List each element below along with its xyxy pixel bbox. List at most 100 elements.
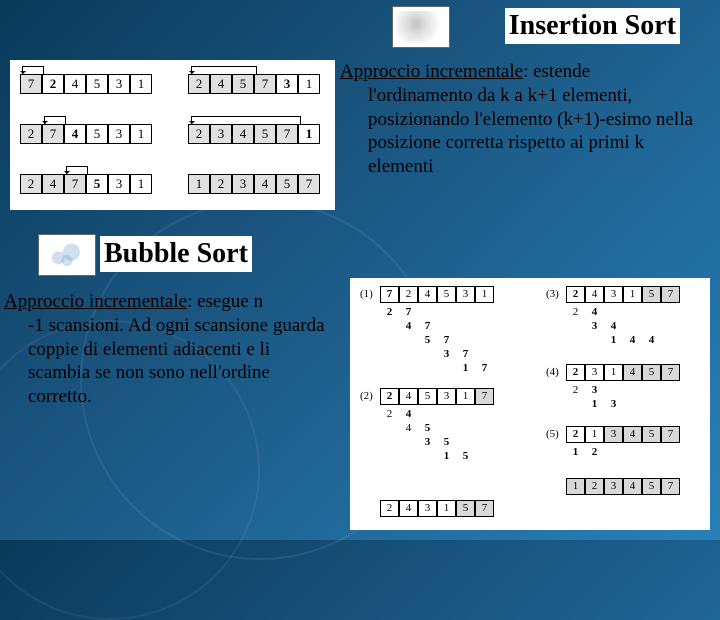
cell: 4 <box>232 124 254 144</box>
bcell: 2 <box>585 478 604 495</box>
p: 3 <box>585 320 604 332</box>
p: 7 <box>418 320 437 332</box>
cell: 4 <box>42 174 64 194</box>
bcell: 4 <box>585 286 604 303</box>
p: 3 <box>585 384 604 396</box>
cell: 5 <box>86 174 108 194</box>
bubble-rest-1: : esegue n <box>187 291 263 312</box>
cell: 7 <box>64 174 86 194</box>
p: 2 <box>380 306 399 318</box>
bcell: 3 <box>585 364 604 381</box>
bcell: 4 <box>399 388 418 405</box>
bcell: 1 <box>566 478 585 495</box>
insertion-diagram: 7 2 4 5 3 1 2 4 5 7 3 1 2 7 4 5 3 1 2 3 … <box>10 60 335 210</box>
bcell: 1 <box>456 388 475 405</box>
bcell: 4 <box>623 364 642 381</box>
bcell: 1 <box>475 286 494 303</box>
insertion-lead: Approccio incrementale <box>340 61 523 82</box>
p: 1 <box>566 446 585 458</box>
p: 1 <box>437 450 456 462</box>
cell: 2 <box>20 124 42 144</box>
bcell: 7 <box>475 388 494 405</box>
p: 7 <box>437 334 456 346</box>
bcell: 1 <box>604 364 623 381</box>
cell: 1 <box>130 174 152 194</box>
cell: 4 <box>64 74 86 94</box>
cell: 3 <box>276 74 298 94</box>
cell: 5 <box>86 74 108 94</box>
cell: 5 <box>86 124 108 144</box>
bcell: 2 <box>566 426 585 443</box>
bcell: 1 <box>623 286 642 303</box>
bcell: 3 <box>604 426 623 443</box>
bubble-body: -1 scansioni. Ad ogni scansione guarda c… <box>28 314 336 409</box>
p: 3 <box>437 348 456 360</box>
bcell: 3 <box>456 286 475 303</box>
cell: 3 <box>108 74 130 94</box>
bcell: 3 <box>418 500 437 517</box>
bcell: 2 <box>566 286 585 303</box>
p: 4 <box>604 320 623 332</box>
p: 4 <box>585 306 604 318</box>
cell: 1 <box>130 124 152 144</box>
bub-label-3: (3) <box>546 288 559 300</box>
bcell: 4 <box>623 426 642 443</box>
p: 5 <box>437 436 456 448</box>
cell: 3 <box>108 174 130 194</box>
insertion-title: Insertion Sort <box>505 8 680 44</box>
bcell: 3 <box>437 388 456 405</box>
cell: 2 <box>188 124 210 144</box>
p: 5 <box>418 422 437 434</box>
bcell: 5 <box>437 286 456 303</box>
bubble-diagram: (1) 7 2 4 5 3 1 27 47 57 37 17 (2) 2 4 5… <box>350 278 710 530</box>
bcell: 5 <box>418 388 437 405</box>
bcell: 7 <box>661 286 680 303</box>
bcell: 2 <box>380 388 399 405</box>
p: 1 <box>604 334 623 346</box>
cell: 2 <box>42 74 64 94</box>
bcell: 5 <box>642 286 661 303</box>
bcell: 2 <box>399 286 418 303</box>
bcell: 2 <box>566 364 585 381</box>
bcell: 4 <box>418 286 437 303</box>
bubble-logo <box>38 234 96 276</box>
bcell: 5 <box>642 426 661 443</box>
cell: 4 <box>64 124 86 144</box>
bcell: 7 <box>661 426 680 443</box>
p <box>623 334 642 346</box>
cell: 7 <box>298 174 320 194</box>
cell: 2 <box>210 174 232 194</box>
bub-label-4: (4) <box>546 366 559 378</box>
bcell: 7 <box>661 364 680 381</box>
p: 1 <box>585 398 604 410</box>
cell: 1 <box>130 74 152 94</box>
p: 7 <box>475 362 494 374</box>
bcell: 7 <box>661 478 680 495</box>
bcell: 5 <box>642 364 661 381</box>
p: 2 <box>566 384 585 396</box>
cell: 7 <box>254 74 276 94</box>
bcell: 3 <box>604 478 623 495</box>
cell: 7 <box>20 74 42 94</box>
insertion-description: Approccio incrementale: estende l'ordina… <box>340 60 714 179</box>
bcell: 5 <box>642 478 661 495</box>
bub-label-2: (2) <box>360 390 373 402</box>
bub-label-5: (5) <box>546 428 559 440</box>
p: 3 <box>418 436 437 448</box>
bcell: 1 <box>437 500 456 517</box>
cell: 1 <box>298 74 320 94</box>
p: 7 <box>399 306 418 318</box>
cell: 2 <box>20 174 42 194</box>
cell: 1 <box>298 124 320 144</box>
bubble-description: Approccio incrementale: esegue n -1 scan… <box>4 290 336 409</box>
bcell: 4 <box>623 478 642 495</box>
p: 5 <box>418 334 437 346</box>
cell: 1 <box>188 174 210 194</box>
insertion-body: l'ordinamento da k a k+1 elementi, posiz… <box>368 84 714 179</box>
cell: 7 <box>276 124 298 144</box>
bcell: 5 <box>456 500 475 517</box>
bub-label-1: (1) <box>360 288 373 300</box>
bcell: 3 <box>604 286 623 303</box>
bcell: 4 <box>399 500 418 517</box>
cell: 3 <box>210 124 232 144</box>
